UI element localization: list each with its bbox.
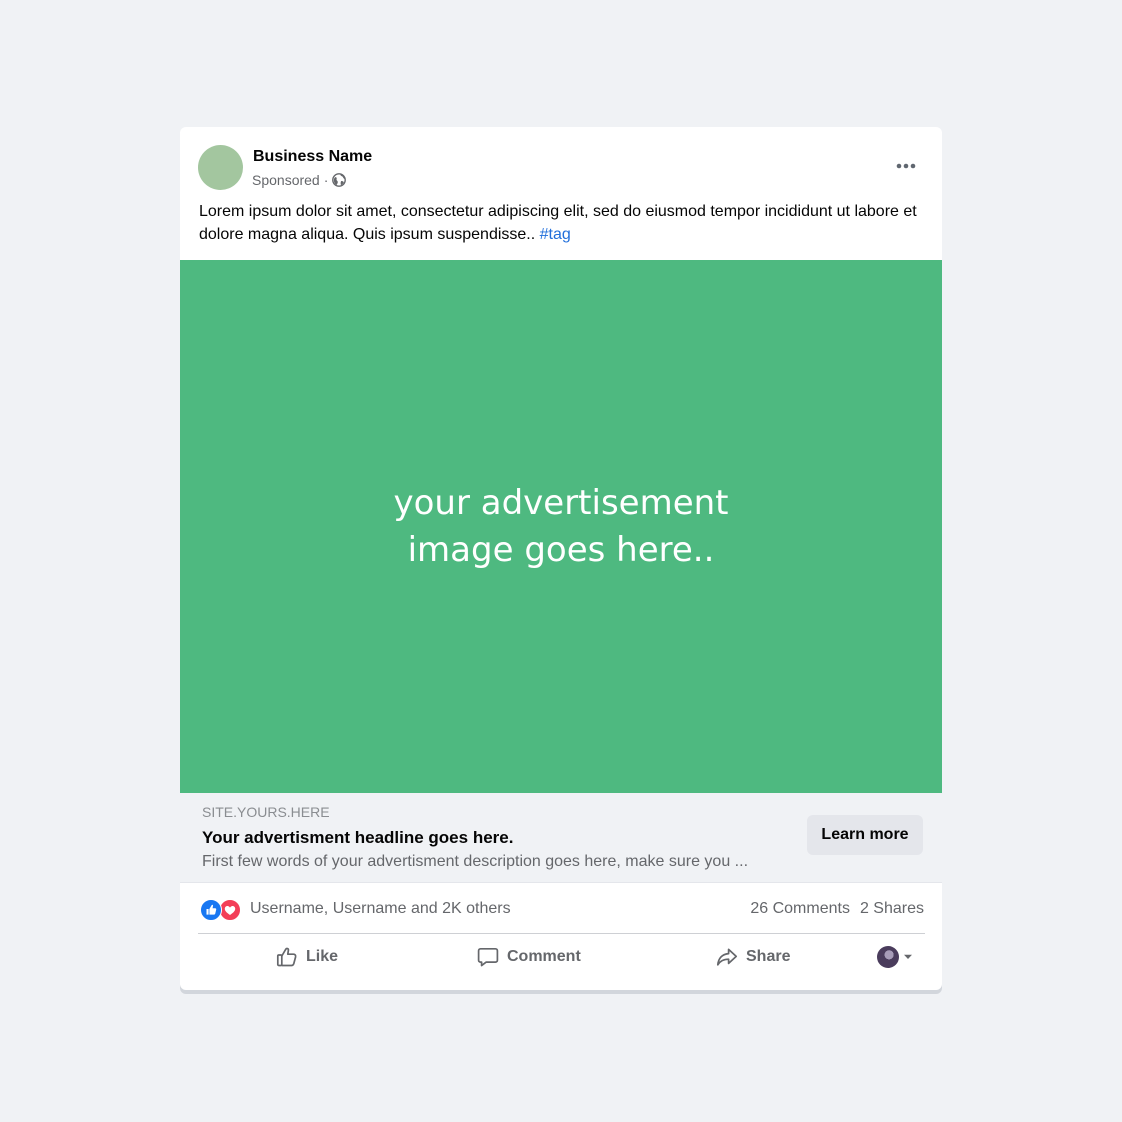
business-name[interactable]: Business Name xyxy=(253,148,372,166)
post-meta: Sponsored · xyxy=(252,172,347,188)
reactions-summary: Username, Username and 2K others 26 Comm… xyxy=(200,897,924,921)
shares-count[interactable]: 2 Shares xyxy=(860,900,924,917)
caret-down-icon xyxy=(904,954,912,959)
sponsored-label: Sponsored xyxy=(252,172,320,188)
reaction-icons[interactable] xyxy=(200,899,242,921)
ad-post-card: Business Name Sponsored · Lorem ipsum do… xyxy=(180,127,942,990)
image-placeholder-text-line2: image goes here.. xyxy=(407,529,715,570)
image-placeholder-text-line1: your advertisement xyxy=(393,482,729,523)
like-button[interactable]: Like xyxy=(276,943,338,971)
thumbs-up-icon xyxy=(276,947,297,967)
meta-separator: · xyxy=(323,172,329,188)
post-caption: Lorem ipsum dolor sit amet, consectetur … xyxy=(199,200,919,246)
user-avatar xyxy=(877,946,899,968)
ad-image[interactable]: your advertisement image goes here.. xyxy=(180,260,942,793)
link-site-domain: SITE.YOURS.HERE xyxy=(202,804,330,820)
link-headline: Your advertisment headline goes here. xyxy=(202,828,514,847)
reaction-names[interactable]: Username, Username and 2K others xyxy=(250,900,511,918)
comments-count[interactable]: 26 Comments xyxy=(750,900,850,917)
actions-divider xyxy=(198,933,925,934)
like-reaction-icon xyxy=(200,899,222,921)
comment-label: Comment xyxy=(507,948,581,965)
post-as-selector[interactable] xyxy=(877,945,913,969)
business-avatar[interactable] xyxy=(198,145,243,190)
globe-icon xyxy=(332,173,347,187)
love-reaction-icon xyxy=(219,899,241,921)
link-description: First few words of your advertisment des… xyxy=(202,853,749,870)
share-label: Share xyxy=(746,948,791,965)
learn-more-button[interactable]: Learn more xyxy=(807,815,923,855)
share-button[interactable]: Share xyxy=(716,943,790,971)
link-preview-bar[interactable]: SITE.YOURS.HERE Your advertisment headli… xyxy=(180,793,942,883)
comment-button[interactable]: Comment xyxy=(477,943,581,971)
comment-bubble-icon xyxy=(477,947,499,967)
engagement-counts: 26 Comments 2 Shares xyxy=(750,900,924,918)
more-horizontal-icon xyxy=(896,163,916,169)
more-options-button[interactable] xyxy=(890,155,922,177)
share-arrow-icon xyxy=(716,948,738,966)
caption-hashtag-link[interactable]: #tag xyxy=(540,226,571,243)
like-label: Like xyxy=(306,948,339,965)
